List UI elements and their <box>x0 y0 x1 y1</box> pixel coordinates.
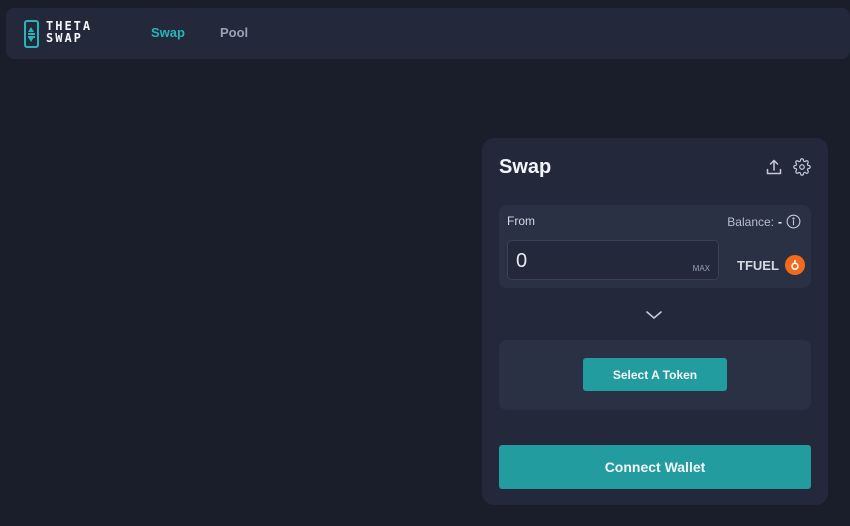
nav-tab-swap[interactable]: Swap <box>151 25 185 40</box>
balance-label: Balance: <box>727 214 774 229</box>
theta-swap-logo[interactable]: THETA SWAP <box>24 18 104 50</box>
select-token-button[interactable]: Select A Token <box>583 358 727 391</box>
logo-swap-icon <box>24 20 39 48</box>
from-label: From <box>507 214 535 228</box>
balance-value: - <box>778 214 782 229</box>
swap-card: Swap From Balance: - MAX <box>482 138 828 505</box>
upload-icon[interactable] <box>765 158 783 176</box>
max-button[interactable]: MAX <box>693 264 710 273</box>
gear-icon[interactable] <box>793 158 811 176</box>
amount-input[interactable] <box>516 249 676 273</box>
swap-card-title: Swap <box>499 156 552 178</box>
token-name: TFUEL <box>737 257 779 273</box>
amount-input-wrapper: MAX <box>507 240 719 280</box>
logo-text: THETA SWAP <box>46 20 92 44</box>
tfuel-token-icon <box>784 255 805 275</box>
nav-tab-pool[interactable]: Pool <box>220 25 248 40</box>
token-selector[interactable]: TFUEL <box>737 255 805 275</box>
from-panel: From Balance: - MAX TFUEL <box>499 205 811 288</box>
chevron-down-icon[interactable] <box>645 308 663 320</box>
connect-wallet-button[interactable]: Connect Wallet <box>499 445 811 489</box>
info-icon[interactable] <box>786 214 801 229</box>
to-panel: Select A Token <box>499 340 811 410</box>
top-navbar: THETA SWAP Swap Pool <box>6 8 850 59</box>
balance-display: Balance: - <box>727 214 801 229</box>
logo-line-2: SWAP <box>46 31 83 45</box>
